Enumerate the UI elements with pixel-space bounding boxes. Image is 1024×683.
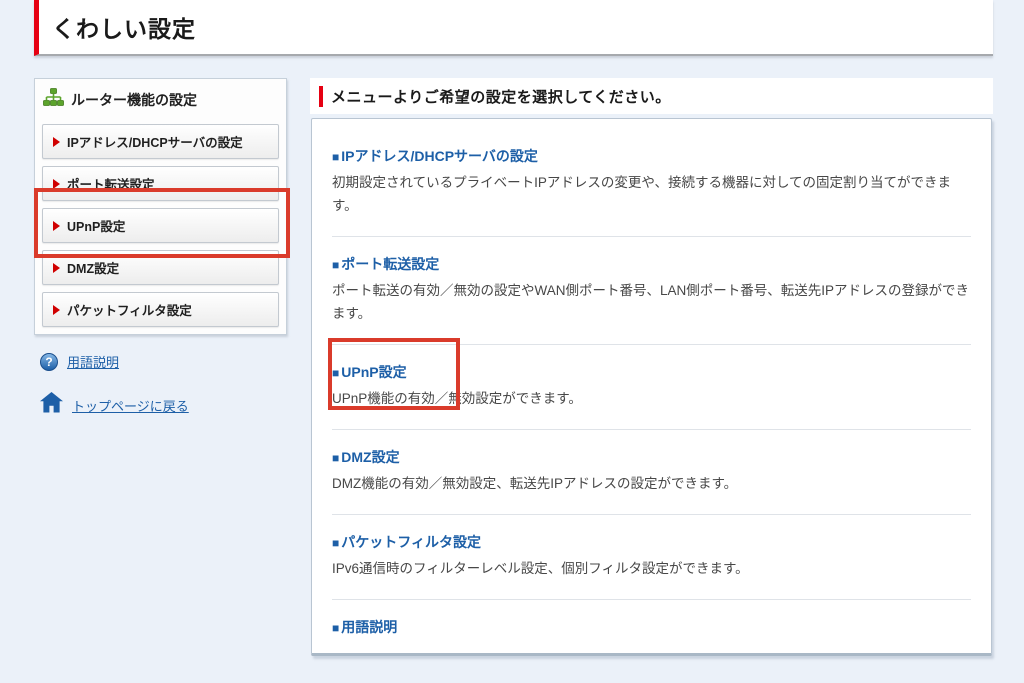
back-to-top-link-label: トップページに戻る — [72, 396, 189, 415]
menu-description: ポート転送の有効／無効の設定やWAN側ポート番号、LAN側ポート番号、転送先IP… — [332, 280, 971, 326]
menu-description: UPnP機能の有効／無効設定ができます。 — [332, 388, 971, 411]
menu-link-label: ポート転送設定 — [341, 254, 439, 274]
sidebar-item-label: UPnP設定 — [67, 216, 125, 235]
menu-section-glossary: ■ 用語説明 — [332, 599, 971, 655]
sidebar-item-ip-dhcp[interactable]: IPアドレス/DHCPサーバの設定 — [42, 124, 279, 159]
menu-link-glossary[interactable]: ■ 用語説明 — [332, 617, 397, 637]
back-to-top-link[interactable]: トップページに戻る — [40, 392, 189, 418]
menu-description: 初期設定されているプライベートIPアドレスの変更や、接続する機器に対しての固定割… — [332, 172, 971, 218]
sidebar-header: ルーター機能の設定 — [35, 79, 286, 120]
sidebar-item-dmz[interactable]: DMZ設定 — [42, 250, 279, 285]
sidebar-item-label: DMZ設定 — [67, 258, 119, 277]
menu-link-upnp[interactable]: ■ UPnP設定 — [332, 362, 407, 382]
menu-section-upnp: ■ UPnP設定 UPnP機能の有効／無効設定ができます。 — [332, 344, 971, 429]
sidebar-title: ルーター機能の設定 — [71, 90, 197, 110]
sidebar-item-port-forwarding[interactable]: ポート転送設定 — [42, 166, 279, 201]
sidebar-item-upnp[interactable]: UPnP設定 — [42, 208, 279, 243]
red-triangle-icon — [53, 221, 60, 231]
square-bullet-icon: ■ — [332, 621, 339, 635]
menu-section-dmz: ■ DMZ設定 DMZ機能の有効／無効設定、転送先IPアドレスの設定ができます。 — [332, 429, 971, 514]
square-bullet-icon: ■ — [332, 536, 339, 550]
menu-section-port-forwarding: ■ ポート転送設定 ポート転送の有効／無効の設定やWAN側ポート番号、LAN側ポ… — [332, 236, 971, 344]
square-bullet-icon: ■ — [332, 366, 339, 380]
menu-link-label: IPアドレス/DHCPサーバの設定 — [341, 146, 538, 166]
home-icon — [40, 392, 63, 418]
settings-menu-panel: ■ IPアドレス/DHCPサーバの設定 初期設定されているプライベートIPアドレ… — [311, 118, 992, 656]
square-bullet-icon: ■ — [332, 258, 339, 272]
red-triangle-icon — [53, 263, 60, 273]
square-bullet-icon: ■ — [332, 451, 339, 465]
menu-section-packet-filter: ■ パケットフィルタ設定 IPv6通信時のフィルターレベル設定、個別フィルタ設定… — [332, 514, 971, 599]
main-instruction-bar: メニューよりご希望の設定を選択してください。 — [310, 78, 993, 114]
menu-description: DMZ機能の有効／無効設定、転送先IPアドレスの設定ができます。 — [332, 473, 971, 496]
menu-link-port-forwarding[interactable]: ■ ポート転送設定 — [332, 254, 439, 274]
sidebar-item-packet-filter[interactable]: パケットフィルタ設定 — [42, 292, 279, 327]
red-triangle-icon — [53, 179, 60, 189]
sidebar-router-settings: ルーター機能の設定 IPアドレス/DHCPサーバの設定 ポート転送設定 UPnP… — [34, 78, 287, 335]
sidebar-item-label: パケットフィルタ設定 — [67, 300, 192, 319]
menu-link-label: DMZ設定 — [341, 447, 399, 467]
menu-link-packet-filter[interactable]: ■ パケットフィルタ設定 — [332, 532, 481, 552]
glossary-link-label: 用語説明 — [67, 352, 119, 371]
network-tree-icon — [43, 88, 64, 112]
menu-link-ip-dhcp[interactable]: ■ IPアドレス/DHCPサーバの設定 — [332, 146, 538, 166]
red-triangle-icon — [53, 137, 60, 147]
main-instruction: メニューよりご希望の設定を選択してください。 — [331, 86, 671, 107]
menu-section-ip-dhcp: ■ IPアドレス/DHCPサーバの設定 初期設定されているプライベートIPアドレ… — [332, 129, 971, 236]
page-title-bar: くわしい設定 — [34, 0, 993, 56]
red-accent-bar — [319, 86, 323, 107]
menu-link-label: パケットフィルタ設定 — [341, 532, 481, 552]
sidebar-item-label: ポート転送設定 — [67, 174, 155, 193]
menu-description: IPv6通信時のフィルターレベル設定、個別フィルタ設定ができます。 — [332, 558, 971, 581]
menu-link-label: UPnP設定 — [341, 362, 406, 382]
menu-link-dmz[interactable]: ■ DMZ設定 — [332, 447, 400, 467]
menu-link-label: 用語説明 — [341, 617, 397, 637]
page-title: くわしい設定 — [39, 10, 196, 44]
help-icon: ? — [40, 353, 58, 371]
red-triangle-icon — [53, 305, 60, 315]
sidebar-item-label: IPアドレス/DHCPサーバの設定 — [67, 132, 243, 151]
sidebar-menu: IPアドレス/DHCPサーバの設定 ポート転送設定 UPnP設定 DMZ設定 パ… — [35, 120, 286, 332]
square-bullet-icon: ■ — [332, 150, 339, 164]
glossary-link[interactable]: ? 用語説明 — [40, 352, 119, 371]
